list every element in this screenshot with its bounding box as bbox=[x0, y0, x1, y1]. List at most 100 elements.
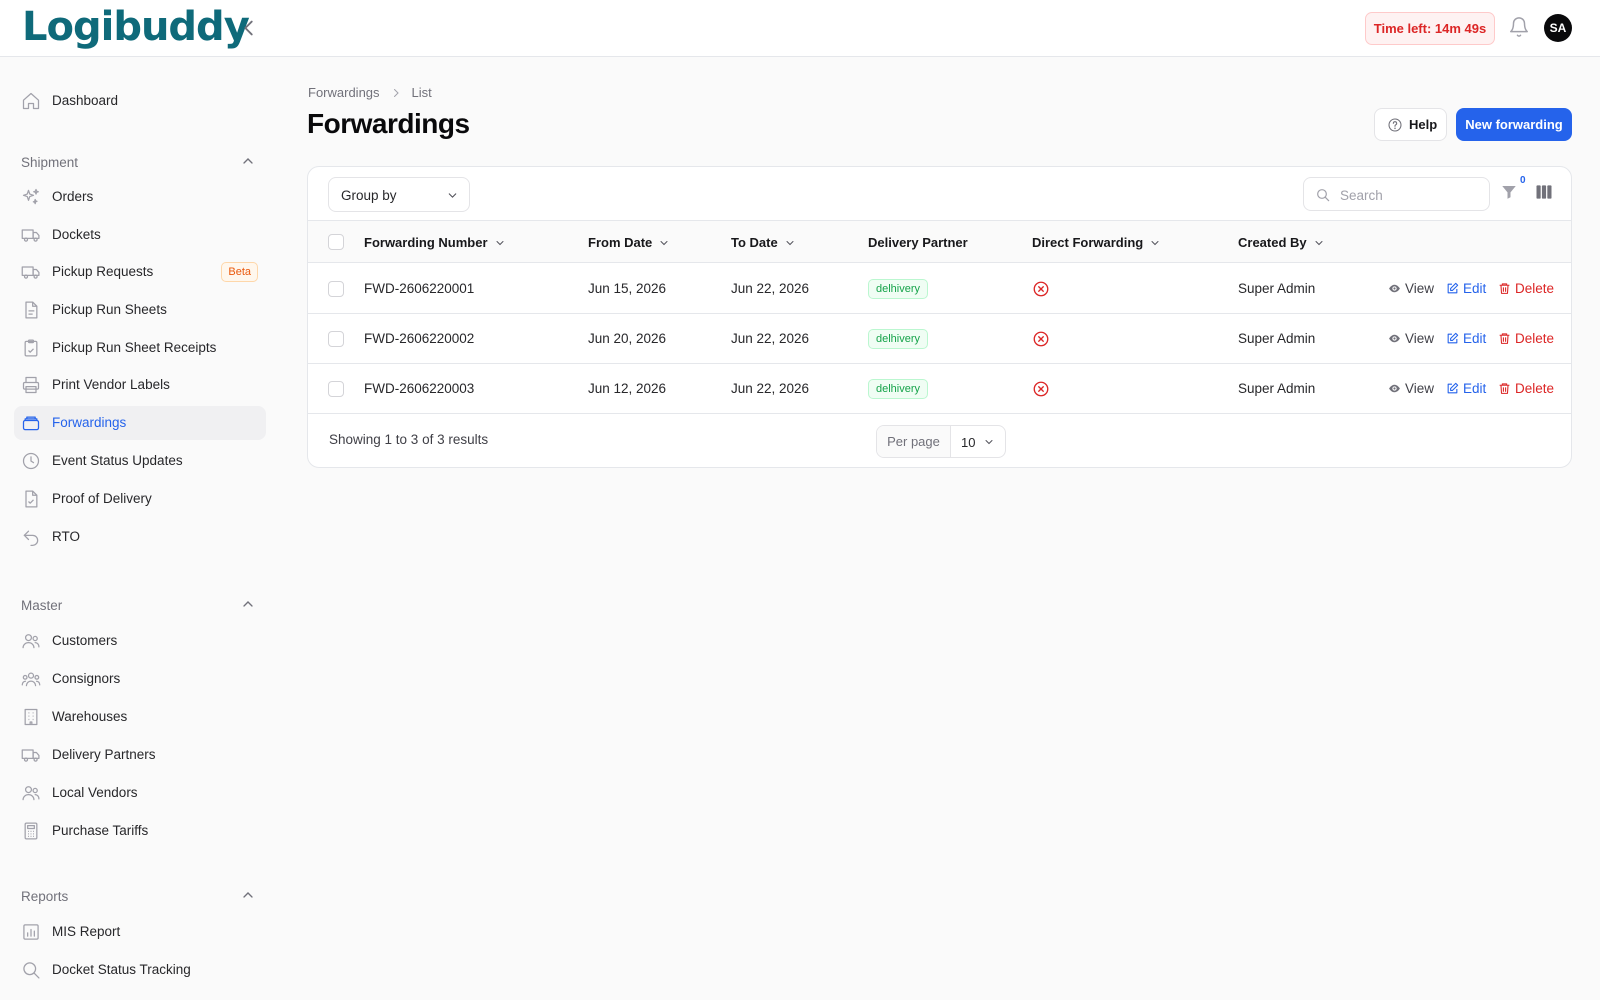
sidebar-item-pickup-requests[interactable]: Pickup Requests Beta bbox=[14, 255, 266, 289]
forwarding-number: FWD-2606220001 bbox=[364, 281, 475, 296]
sidebar-item-consignors[interactable]: Consignors bbox=[14, 662, 266, 696]
row-checkbox[interactable] bbox=[328, 331, 344, 347]
new-forwarding-button[interactable]: New forwarding bbox=[1456, 108, 1572, 141]
forwardings-table-card: Group by 0 Forwarding Number From Date T… bbox=[307, 166, 1572, 468]
table-row[interactable]: FWD-2606220003 Jun 12, 2026 Jun 22, 2026… bbox=[308, 364, 1571, 414]
chevron-up-icon[interactable] bbox=[240, 596, 256, 612]
breadcrumb-parent[interactable]: Forwardings bbox=[308, 85, 380, 100]
group-title-reports[interactable]: Reports bbox=[21, 889, 68, 904]
column-header-direct-forwarding[interactable]: Direct Forwarding bbox=[1032, 235, 1161, 250]
delete-button[interactable]: Delete bbox=[1498, 331, 1554, 346]
sidebar-item-pickup-run-sheets[interactable]: Pickup Run Sheets bbox=[14, 293, 266, 327]
column-header-from-date[interactable]: From Date bbox=[588, 235, 670, 250]
select-all-checkbox[interactable] bbox=[328, 234, 344, 250]
document-icon bbox=[25, 301, 38, 319]
results-summary: Showing 1 to 3 of 3 results bbox=[329, 432, 489, 447]
per-page-label: Per page bbox=[877, 426, 951, 457]
group-title-master[interactable]: Master bbox=[21, 598, 62, 613]
column-header-forwarding-number[interactable]: Forwarding Number bbox=[364, 235, 506, 250]
view-button[interactable]: View bbox=[1388, 331, 1434, 346]
sidebar-item-print-vendor-labels[interactable]: Print Vendor Labels bbox=[14, 368, 266, 402]
search-icon bbox=[1317, 189, 1330, 202]
breadcrumb: Forwardings List bbox=[308, 85, 432, 100]
sidebar-item-label: Pickup Requests bbox=[52, 264, 154, 279]
sidebar-item-forwardings[interactable]: Forwardings bbox=[14, 406, 266, 440]
app-logo[interactable]: Logibuddy bbox=[22, 4, 250, 50]
pencil-square-icon bbox=[1447, 382, 1459, 394]
sidebar-item-label: Print Vendor Labels bbox=[52, 377, 170, 392]
inbox-stack-icon bbox=[22, 416, 40, 431]
calculator-icon bbox=[24, 822, 38, 840]
filter-button[interactable] bbox=[1500, 181, 1522, 203]
sidebar-item-dashboard[interactable]: Dashboard bbox=[14, 84, 266, 118]
truck-icon bbox=[21, 749, 40, 762]
forwarding-number: FWD-2606220003 bbox=[364, 381, 475, 396]
top-bar: Logibuddy Time left: 14m 49s SA bbox=[0, 0, 1600, 57]
sidebar-item-purchase-tariffs[interactable]: Purchase Tariffs bbox=[14, 814, 266, 848]
to-date: Jun 22, 2026 bbox=[731, 331, 810, 346]
search-field[interactable] bbox=[1303, 177, 1490, 211]
clock-icon bbox=[22, 452, 40, 470]
table-row[interactable]: FWD-2606220002 Jun 20, 2026 Jun 22, 2026… bbox=[308, 314, 1571, 364]
truck-icon bbox=[21, 266, 40, 279]
trash-icon bbox=[1499, 383, 1510, 394]
columns-toggle-button[interactable] bbox=[1534, 182, 1554, 202]
notifications-button[interactable] bbox=[1508, 16, 1532, 40]
created-by: Super Admin bbox=[1238, 281, 1316, 296]
column-header-created-by[interactable]: Created By bbox=[1238, 235, 1325, 250]
filter-icon bbox=[1502, 186, 1516, 199]
edit-button[interactable]: Edit bbox=[1446, 381, 1486, 396]
sidebar-item-proof-of-delivery[interactable]: Proof of Delivery bbox=[14, 482, 266, 516]
edit-button[interactable]: Edit bbox=[1446, 331, 1486, 346]
eye-icon bbox=[1389, 334, 1400, 343]
sidebar-item-orders[interactable]: Orders bbox=[14, 180, 266, 214]
delete-button[interactable]: Delete bbox=[1498, 381, 1554, 396]
printer-icon bbox=[22, 376, 40, 394]
view-button[interactable]: View bbox=[1388, 281, 1434, 296]
clipboard-icon bbox=[24, 339, 38, 357]
column-header-to-date[interactable]: To Date bbox=[731, 235, 796, 250]
help-button[interactable]: Help bbox=[1374, 108, 1447, 141]
sidebar-item-warehouses[interactable]: Warehouses bbox=[14, 700, 266, 734]
per-page-select[interactable]: Per page 10 bbox=[876, 425, 1006, 458]
sidebar-item-label: Purchase Tariffs bbox=[52, 823, 149, 838]
search-input[interactable] bbox=[1340, 185, 1480, 205]
sidebar-item-label: Event Status Updates bbox=[52, 453, 183, 468]
chevron-up-icon[interactable] bbox=[240, 887, 256, 903]
return-arrow-icon bbox=[23, 530, 39, 546]
collapse-sidebar-button[interactable] bbox=[238, 16, 260, 40]
sidebar-item-label: Local Vendors bbox=[52, 785, 138, 800]
table-row[interactable]: FWD-2606220001 Jun 15, 2026 Jun 22, 2026… bbox=[308, 264, 1571, 314]
bell-icon bbox=[1510, 17, 1528, 37]
session-timer: Time left: 14m 49s bbox=[1365, 12, 1495, 45]
delivery-partner-badge: delhivery bbox=[868, 279, 929, 299]
question-circle-icon bbox=[1388, 118, 1402, 132]
view-button[interactable]: View bbox=[1388, 381, 1434, 396]
sidebar: Dashboard Shipment Orders Dockets Pickup… bbox=[0, 57, 280, 1000]
home-icon bbox=[22, 92, 40, 110]
sidebar-item-mis-report[interactable]: MIS Report bbox=[14, 915, 266, 949]
building-icon bbox=[24, 708, 38, 726]
user-avatar[interactable]: SA bbox=[1544, 14, 1572, 42]
chevron-down-icon bbox=[660, 240, 668, 245]
group-by-select[interactable]: Group by bbox=[328, 177, 470, 212]
sidebar-item-event-status-updates[interactable]: Event Status Updates bbox=[14, 444, 266, 478]
sidebar-item-local-vendors[interactable]: Local Vendors bbox=[14, 776, 266, 810]
row-checkbox[interactable] bbox=[328, 281, 344, 297]
sidebar-item-customers[interactable]: Customers bbox=[14, 624, 266, 658]
delete-button[interactable]: Delete bbox=[1498, 281, 1554, 296]
sidebar-item-label: Forwardings bbox=[52, 415, 127, 430]
group-title-shipment[interactable]: Shipment bbox=[21, 155, 78, 170]
sidebar-item-pickup-run-sheet-receipts[interactable]: Pickup Run Sheet Receipts bbox=[14, 331, 266, 365]
sidebar-item-docket-status-tracking[interactable]: Docket Status Tracking bbox=[14, 953, 266, 987]
users-icon bbox=[22, 634, 40, 649]
sidebar-item-dockets[interactable]: Dockets bbox=[14, 218, 266, 252]
sidebar-item-label: Warehouses bbox=[52, 709, 128, 724]
edit-button[interactable]: Edit bbox=[1446, 281, 1486, 296]
sidebar-item-delivery-partners[interactable]: Delivery Partners bbox=[14, 738, 266, 772]
row-checkbox[interactable] bbox=[328, 381, 344, 397]
sidebar-item-rto[interactable]: RTO bbox=[14, 520, 266, 554]
bar-chart-icon bbox=[23, 924, 39, 940]
chevron-right-icon bbox=[393, 88, 399, 97]
chevron-up-icon[interactable] bbox=[240, 153, 256, 169]
